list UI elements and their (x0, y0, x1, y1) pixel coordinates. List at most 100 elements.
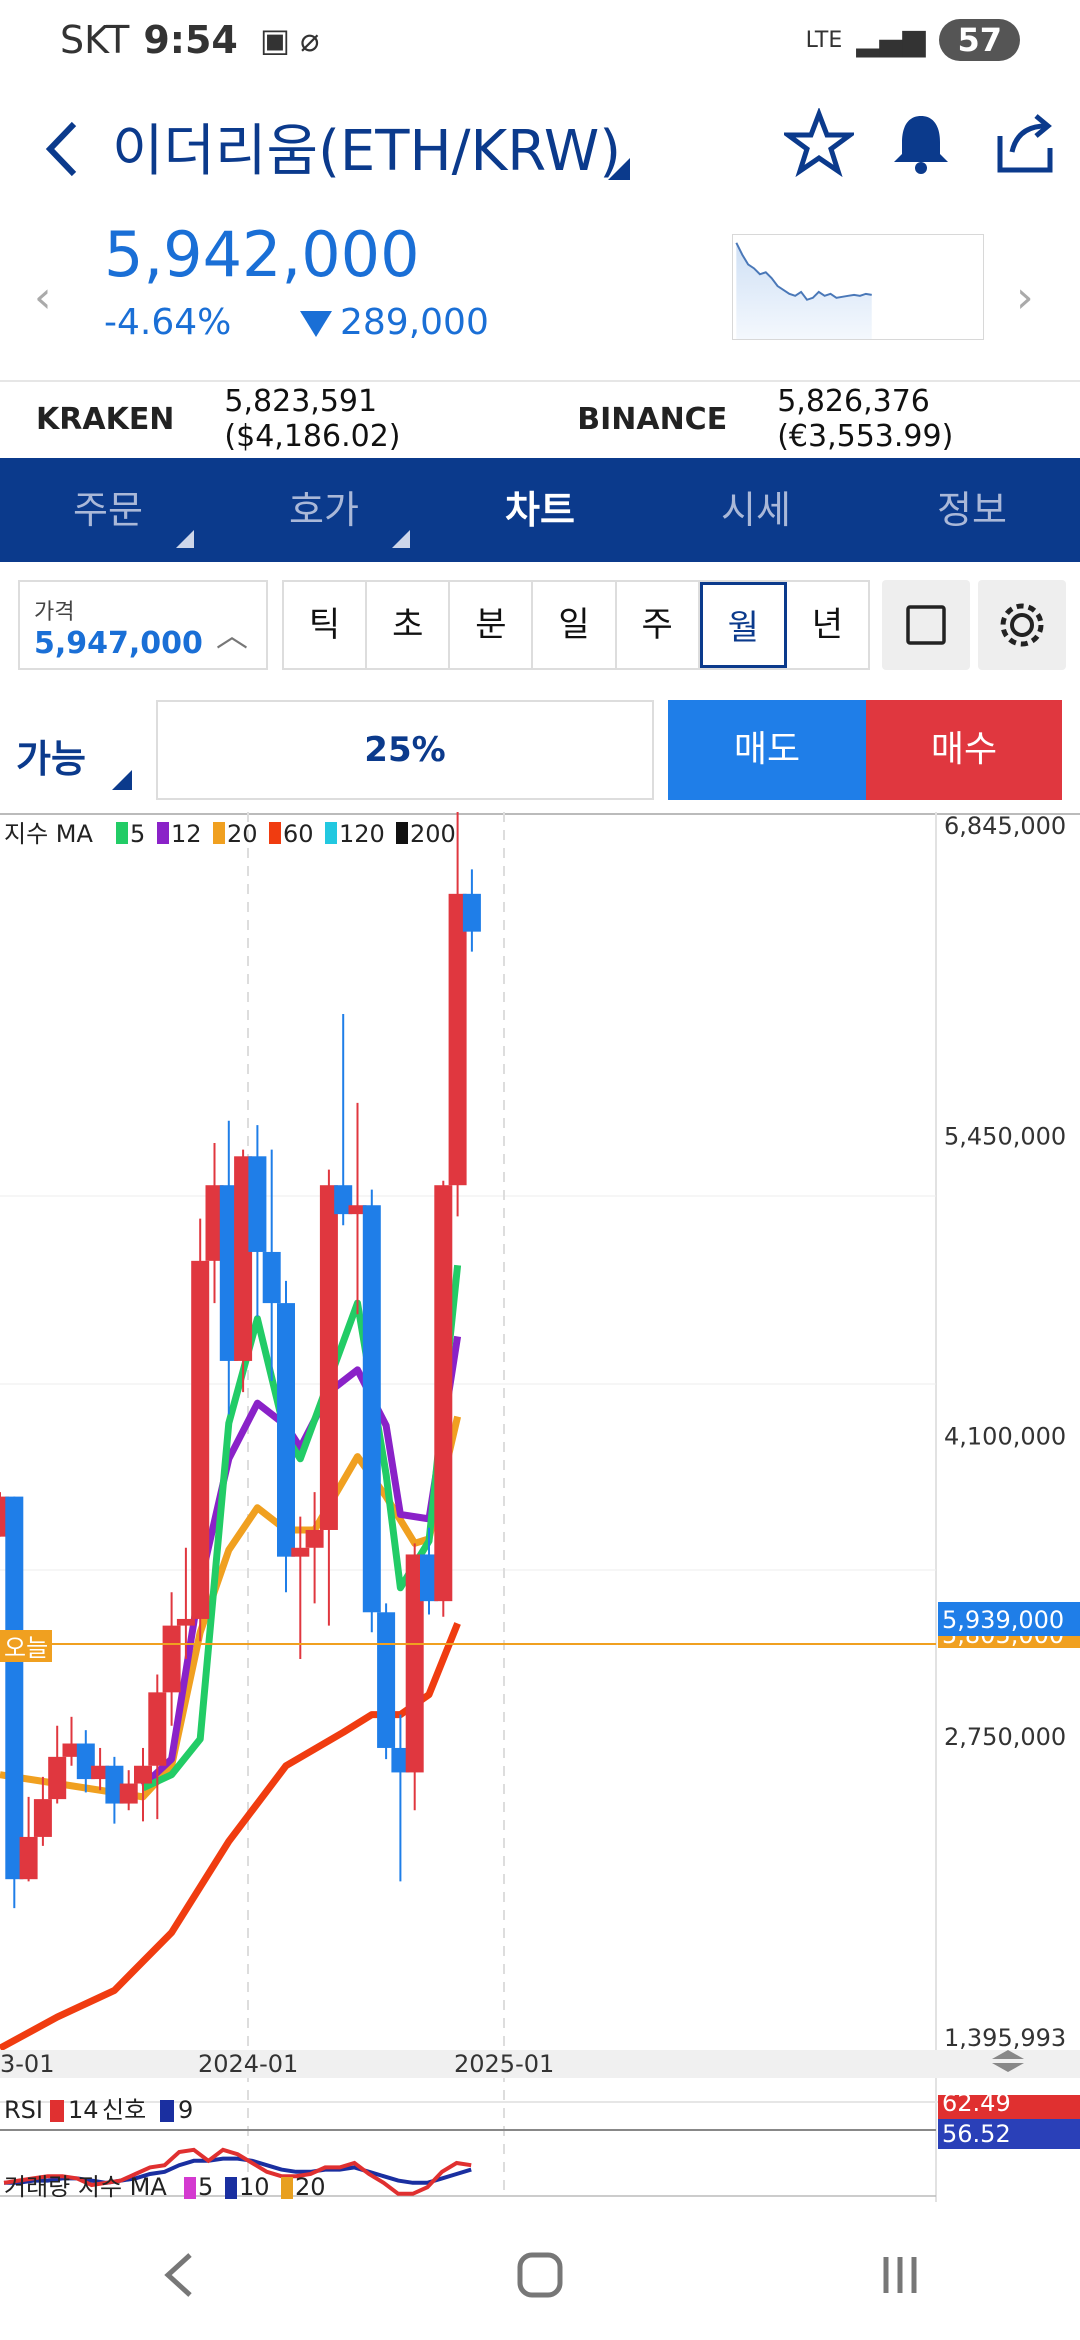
rsi-value-tag: 62.49 (942, 2095, 1011, 2117)
corner-triangle-icon (176, 530, 194, 548)
tab-orderbook-label: 호가 (289, 488, 359, 532)
candle (434, 1185, 453, 1602)
period-tick[interactable]: 틱 (284, 582, 368, 668)
price-chart[interactable]: 6,845,000 5,450,000 4,100,000 2,750,000 1,39… (0, 812, 1080, 2202)
down-triangle-icon (300, 311, 332, 337)
exchange-name: BINANCE (577, 401, 728, 437)
back-icon[interactable] (36, 114, 96, 184)
page-title[interactable]: 이더리움(ETH/KRW) (112, 106, 621, 187)
period-month[interactable]: 월 (699, 582, 787, 668)
candle (148, 1692, 167, 1766)
today-marker: 오늘 (0, 1630, 52, 1662)
volume-label: 거래량 지수 MA (4, 2173, 167, 2201)
current-price-tag: 5,939,000 (942, 1606, 1064, 1634)
legend-period: 5 (130, 820, 145, 848)
star-icon[interactable] (784, 108, 854, 178)
candle (262, 1251, 281, 1304)
tab-chart[interactable]: 차트 (432, 458, 648, 562)
y-tick-label: 6,845,000 (944, 812, 1066, 840)
tab-quotes-label: 시세 (721, 488, 791, 532)
tab-quotes[interactable]: 시세 (648, 458, 864, 562)
nav-back-icon[interactable] (150, 2245, 210, 2305)
next-coin-icon[interactable]: › (1016, 272, 1034, 323)
share-icon[interactable] (990, 108, 1060, 178)
today-label: 오늘 (4, 1634, 48, 1662)
rsi-signal-tag: 56.52 (942, 2120, 1011, 2148)
available-label[interactable]: 가능 (16, 728, 86, 783)
price-field[interactable]: 가격 5,947,000 ︿ (18, 580, 268, 670)
candle (277, 1303, 295, 1557)
candle (119, 1783, 138, 1804)
price-tags: 5,805,000 5,939,000 (938, 1602, 1080, 1649)
network-type: LTE (805, 27, 843, 53)
bell-icon[interactable] (886, 108, 956, 178)
legend-swatch (396, 822, 408, 844)
clock: 9:54 (143, 18, 238, 62)
tab-order-label: 주문 (73, 488, 143, 532)
prev-coin-icon[interactable]: ‹ (34, 272, 52, 323)
candle (48, 1756, 67, 1800)
chevron-up-icon[interactable]: ︿ (216, 610, 248, 656)
gallery-icon: ▣ (259, 21, 291, 59)
corner-triangle-icon (112, 770, 132, 790)
percent-selector[interactable]: 25% (156, 700, 654, 800)
tab-info[interactable]: 정보 (864, 458, 1080, 562)
fullscreen-button[interactable] (882, 580, 970, 670)
candle (305, 1529, 324, 1548)
sell-button[interactable]: 매도 (668, 700, 866, 800)
candle (19, 1836, 38, 1880)
exchange-name: KRAKEN (36, 401, 175, 437)
volume-ma-period: 10 (239, 2173, 270, 2201)
legend-swatch (157, 822, 169, 844)
volume-ma-swatch (225, 2177, 237, 2199)
exchange-value: 5,826,376 (€3,553.99) (777, 384, 954, 454)
x-label: 2025-01 (454, 2050, 554, 2078)
status-bar: SKT 9:54 ▣ ⌀ LTE ▂▄▆ 57 (0, 0, 1080, 80)
candle (33, 1799, 52, 1837)
tab-orderbook[interactable]: 호가 (216, 458, 432, 562)
period-day[interactable]: 일 (533, 582, 617, 668)
candle (191, 1260, 210, 1619)
nav-recents-icon[interactable] (870, 2245, 930, 2305)
change-percent: -4.64% (104, 302, 232, 343)
candle (448, 893, 467, 1186)
y-tick-label: 4,100,000 (944, 1423, 1066, 1451)
candle (319, 1185, 338, 1530)
change-amount-value: 289,000 (340, 302, 489, 343)
period-second[interactable]: 초 (367, 582, 451, 668)
battery-level: 57 (939, 19, 1020, 61)
link-icon: ⌀ (300, 21, 320, 59)
period-week[interactable]: 주 (617, 582, 700, 668)
volume-ma-swatch (281, 2177, 293, 2199)
volume-ma-period: 5 (198, 2173, 213, 2201)
main-tabs: 주문 호가 차트 시세 정보 (0, 458, 1080, 562)
change-amount: 289,000 (300, 302, 489, 343)
chart-controls: 가격 5,947,000 ︿ 틱 초 분 일 주 월 년 (0, 578, 1080, 672)
candle (134, 1765, 152, 1784)
volume-ma-swatch (184, 2177, 196, 2199)
tab-info-label: 정보 (937, 488, 1007, 532)
tab-chart-label: 차트 (505, 488, 575, 532)
legend-swatch (325, 822, 337, 844)
signal-icon: ▂▄▆ (856, 22, 926, 58)
nav-home-icon[interactable] (510, 2245, 570, 2305)
corner-triangle-icon (392, 530, 410, 548)
carrier: SKT (60, 18, 130, 62)
buy-button[interactable]: 매수 (866, 700, 1062, 800)
legend-swatch (213, 822, 225, 844)
title-dropdown-icon[interactable] (608, 158, 630, 180)
legend-label: 지수 MA (4, 820, 93, 848)
candle (462, 893, 481, 932)
period-year[interactable]: 년 (787, 582, 868, 668)
candle (5, 1496, 24, 1880)
candle (377, 1612, 396, 1748)
price-summary: ‹ 5,942,000 -4.64% 289,000 › (0, 210, 1080, 380)
period-selector: 틱 초 분 일 주 월 년 (282, 580, 870, 670)
tab-order[interactable]: 주문 (0, 458, 216, 562)
price-field-value: 5,947,000 (34, 626, 203, 661)
period-minute[interactable]: 분 (450, 582, 534, 668)
gear-icon (1000, 603, 1044, 647)
candle (362, 1205, 381, 1613)
app-header: 이더리움(ETH/KRW) (0, 100, 1080, 200)
settings-button[interactable] (978, 580, 1066, 670)
